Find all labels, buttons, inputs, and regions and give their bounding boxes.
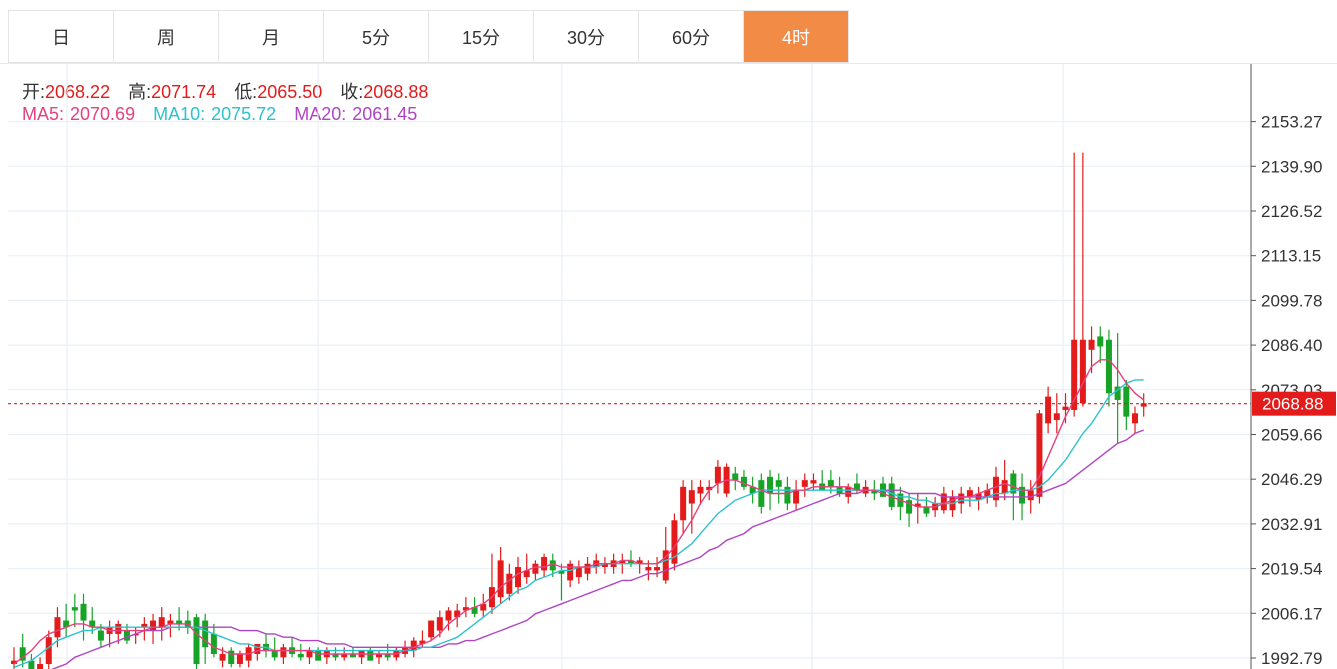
tab-7[interactable]: 4时 xyxy=(744,11,849,62)
y-tick-label-9: 2032.91 xyxy=(1261,515,1322,534)
candle-body-30 xyxy=(271,650,278,658)
candle-body-23 xyxy=(210,633,217,654)
candle-body-78 xyxy=(688,490,695,504)
tab-0[interactable]: 日 xyxy=(9,11,114,62)
ma20-line xyxy=(51,429,1144,669)
candle-body-64 xyxy=(567,563,574,581)
candle-body-13 xyxy=(123,630,130,641)
y-tick-label-1: 2139.90 xyxy=(1261,157,1322,176)
last-price-label: 2068.88 xyxy=(1262,395,1323,414)
candle-body-66 xyxy=(584,563,591,574)
candle-body-123 xyxy=(1079,339,1086,404)
tab-1[interactable]: 周 xyxy=(114,11,219,62)
tab-3[interactable]: 5分 xyxy=(324,11,429,62)
candle-body-79 xyxy=(697,486,704,494)
candle-body-117 xyxy=(1027,490,1034,501)
candle-body-87 xyxy=(767,476,774,494)
y-tick-label-0: 2153.27 xyxy=(1261,113,1322,132)
candle-body-22 xyxy=(202,620,209,648)
candle-body-57 xyxy=(506,573,513,594)
candle-body-128 xyxy=(1123,386,1130,417)
candle-body-28 xyxy=(254,643,261,654)
candle-body-81 xyxy=(714,466,721,484)
candle-body-89 xyxy=(784,486,791,504)
candle-body-35 xyxy=(315,650,322,661)
candlestick-chart: 2153.27 2139.90 2126.52 2113.15 2099.78 2086.… xyxy=(8,64,1336,669)
y-tick-label-5: 2086.40 xyxy=(1261,336,1322,355)
candle-body-74 xyxy=(654,567,661,571)
tab-2[interactable]: 月 xyxy=(219,11,324,62)
y-tick-label-7: 2059.66 xyxy=(1261,425,1322,444)
candle-body-124 xyxy=(1088,339,1095,350)
candle-body-7 xyxy=(71,607,78,611)
candle-body-119 xyxy=(1045,396,1052,424)
candle-body-3 xyxy=(37,663,44,669)
y-tick-label-2: 2126.52 xyxy=(1261,202,1322,221)
candle-body-49 xyxy=(436,617,443,631)
y-tick-label-11: 2006.17 xyxy=(1261,604,1322,623)
candle-body-83 xyxy=(732,473,739,481)
candle-body-90 xyxy=(793,490,800,504)
candle-body-33 xyxy=(297,653,304,658)
candle-body-109 xyxy=(958,493,965,504)
period-tabs: 日周月 5分 15分 30分 60分 4时 xyxy=(8,10,849,63)
candle-body-105 xyxy=(923,506,930,514)
candle-body-121 xyxy=(1062,406,1069,410)
y-tick-label-3: 2113.15 xyxy=(1261,247,1321,266)
candle-body-73 xyxy=(645,567,652,571)
candle-body-125 xyxy=(1097,336,1104,347)
candle-body-48 xyxy=(428,620,435,638)
candle-body-26 xyxy=(236,653,243,664)
candle-body-129 xyxy=(1132,413,1139,424)
y-tick-label-12: 1992.79 xyxy=(1261,649,1322,668)
candle-body-31 xyxy=(280,647,287,658)
tab-5[interactable]: 30分 xyxy=(534,11,639,62)
y-tick-label-4: 2099.78 xyxy=(1261,291,1322,310)
candle-body-8 xyxy=(80,603,87,621)
candle-body-62 xyxy=(549,560,556,571)
candle-body-101 xyxy=(888,483,895,507)
candle-body-4 xyxy=(45,637,52,664)
candle-body-84 xyxy=(740,476,747,487)
y-tick-label-8: 2046.29 xyxy=(1261,470,1322,489)
candle-body-12 xyxy=(115,623,122,634)
candle-body-56 xyxy=(497,560,504,598)
tab-6[interactable]: 60分 xyxy=(639,11,744,62)
candle-body-21 xyxy=(193,617,200,664)
candle-body-114 xyxy=(1001,480,1008,494)
candle-body-5 xyxy=(54,617,61,638)
ma5-line xyxy=(13,359,1145,665)
candle-body-86 xyxy=(758,480,765,507)
candle-body-91 xyxy=(801,480,808,487)
candle-body-77 xyxy=(680,486,687,521)
y-tick-label-10: 2019.54 xyxy=(1261,560,1322,579)
candle-body-41 xyxy=(367,650,374,661)
candle-body-61 xyxy=(541,557,548,571)
candle-body-94 xyxy=(827,480,834,487)
candle-body-60 xyxy=(532,563,539,574)
candle-body-50 xyxy=(445,610,452,621)
candle-body-88 xyxy=(775,480,782,487)
candle-body-16 xyxy=(150,620,157,631)
candle-body-120 xyxy=(1053,413,1060,420)
candle-body-24 xyxy=(219,653,226,661)
tab-4[interactable]: 15分 xyxy=(429,11,534,62)
candle-body-92 xyxy=(810,480,817,484)
candle-body-58 xyxy=(515,567,522,588)
candle-body-126 xyxy=(1105,339,1112,394)
candle-body-10 xyxy=(97,630,104,641)
